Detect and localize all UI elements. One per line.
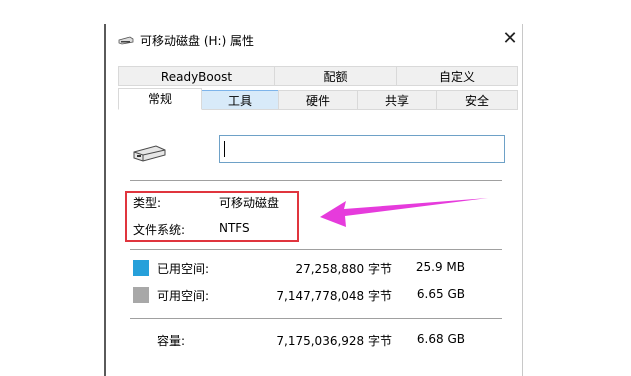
tab-label: 常规 xyxy=(147,92,172,106)
free-space-label: 可用空间: xyxy=(157,289,210,303)
tab-sharing[interactable]: 共享 xyxy=(357,90,437,110)
free-space-size: 6.65 GB xyxy=(416,287,465,301)
tab-quota[interactable]: 配额 xyxy=(274,66,397,86)
title-bar: 可移动磁盘 (H:) 属性 ✕ xyxy=(106,24,522,54)
tab-tools[interactable]: 工具 xyxy=(201,90,279,110)
usb-drive-icon xyxy=(133,145,166,162)
filesystem-value: NTFS xyxy=(219,221,250,235)
tab-label: 自定义 xyxy=(438,70,475,84)
free-space-swatch xyxy=(133,287,149,303)
text-caret xyxy=(224,141,225,157)
window-title: 可移动磁盘 (H:) 属性 xyxy=(140,34,255,48)
tab-customize[interactable]: 自定义 xyxy=(396,66,518,86)
used-space-label: 已用空间: xyxy=(157,262,210,276)
tab-readyboost[interactable]: ReadyBoost xyxy=(118,66,275,86)
capacity-bytes: 7,175,036,928 字节 xyxy=(276,334,392,348)
tab-label: ReadyBoost xyxy=(160,70,233,84)
close-icon: ✕ xyxy=(502,28,518,49)
capacity-label: 容量: xyxy=(157,334,186,348)
used-space-swatch xyxy=(133,260,149,276)
tab-label: 安全 xyxy=(464,94,489,108)
properties-dialog: 可移动磁盘 (H:) 属性 ✕ ReadyBoost 配额 自定义 常规 工具 … xyxy=(104,24,523,376)
filesystem-label: 文件系统: xyxy=(133,223,186,237)
used-space-bytes: 27,258,880 字节 xyxy=(295,262,392,276)
tab-label: 硬件 xyxy=(305,94,330,108)
separator xyxy=(130,180,502,181)
usb-drive-icon xyxy=(118,36,134,45)
close-button[interactable]: ✕ xyxy=(498,26,522,52)
tab-general[interactable]: 常规 xyxy=(118,88,202,110)
separator xyxy=(130,318,502,319)
separator xyxy=(130,249,502,250)
tab-hardware[interactable]: 硬件 xyxy=(278,90,358,110)
free-space-bytes: 7,147,778,048 字节 xyxy=(276,289,392,303)
type-label: 类型: xyxy=(133,196,162,210)
drive-name-input[interactable] xyxy=(219,135,505,163)
used-space-size: 25.9 MB xyxy=(415,260,465,274)
tab-label: 工具 xyxy=(227,94,252,108)
capacity-size: 6.68 GB xyxy=(416,332,465,346)
tab-security[interactable]: 安全 xyxy=(436,90,518,110)
tab-label: 配额 xyxy=(323,70,348,84)
tab-label: 共享 xyxy=(384,94,409,108)
type-value: 可移动磁盘 xyxy=(219,196,280,210)
